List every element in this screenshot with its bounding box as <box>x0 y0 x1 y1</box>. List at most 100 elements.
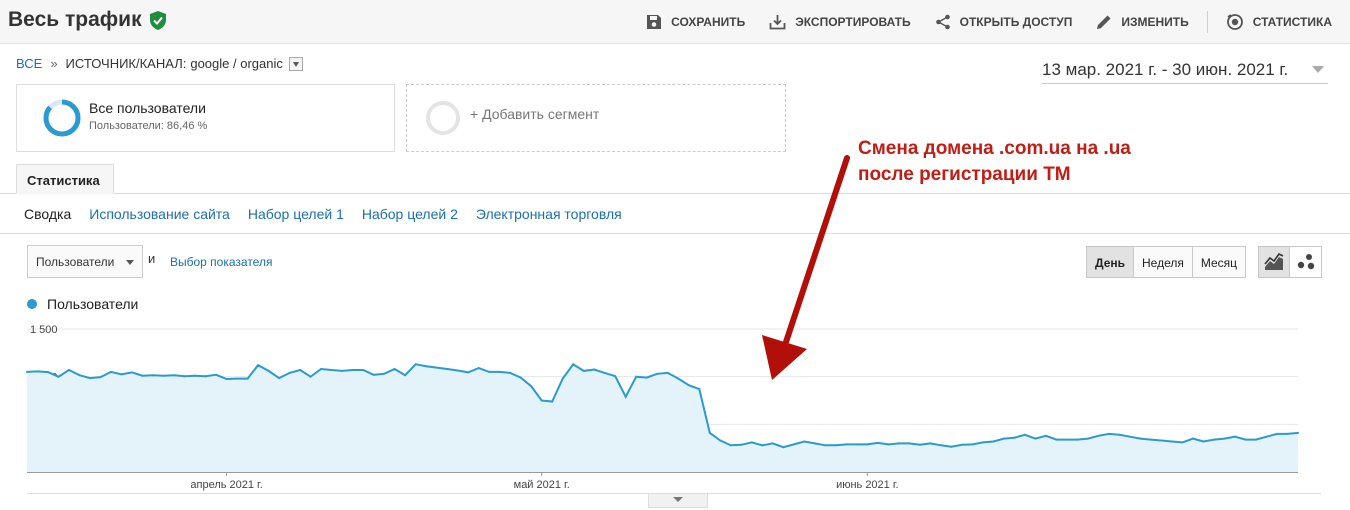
data-point <box>1213 438 1215 441</box>
data-point <box>593 368 596 371</box>
x-tick-label: май 2021 г. <box>514 479 570 491</box>
data-point <box>1181 441 1184 444</box>
export-label: ЭКСПОРТИРОВАТЬ <box>795 14 911 29</box>
select-metric-link[interactable]: Выбор показателя <box>170 255 272 269</box>
data-point <box>635 375 638 378</box>
legend-series-dot <box>27 299 37 309</box>
data-point <box>677 377 680 380</box>
data-point <box>1255 438 1257 441</box>
bubble-chart-icon <box>1297 254 1314 270</box>
data-point <box>299 369 302 371</box>
data-point <box>89 377 91 380</box>
breadcrumb: ВСЕ » ИСТОЧНИК/КАНАЛ: google / organic <box>16 56 303 71</box>
edit-label: ИЗМЕНИТЬ <box>1121 14 1189 29</box>
annotation-line-1: Смена домена .com.ua на .ua <box>858 138 1131 159</box>
line-chart-icon <box>1264 253 1284 270</box>
y-tick-label: 1 500 <box>30 324 58 336</box>
insights-icon <box>1226 13 1243 30</box>
save-label: СОХРАНИТЬ <box>671 14 746 29</box>
line-chart-view-button[interactable] <box>1259 247 1290 277</box>
segment-all-users[interactable]: Все пользователи Пользователи: 86,46 % <box>16 84 395 152</box>
data-point <box>845 443 848 446</box>
data-point <box>572 363 575 366</box>
report-title: Весь трафик <box>8 8 166 32</box>
breadcrumb-dropdown-icon[interactable] <box>288 56 303 71</box>
data-point <box>236 377 239 380</box>
metric-and-text: и <box>148 251 156 266</box>
data-point <box>110 370 112 373</box>
data-point <box>582 369 585 372</box>
data-point <box>855 443 858 446</box>
data-point <box>897 442 900 445</box>
data-point <box>36 370 39 373</box>
breadcrumb-all-link[interactable]: ВСЕ <box>16 56 42 71</box>
data-point <box>488 370 491 373</box>
data-point <box>362 369 365 371</box>
save-button[interactable]: СОХРАНИТЬ <box>646 14 745 30</box>
data-point <box>771 442 774 445</box>
data-point <box>204 375 207 378</box>
subnav-site-usage[interactable]: Использование сайта <box>89 206 230 222</box>
data-point <box>183 375 186 378</box>
subnav-summary[interactable]: Сводка <box>24 206 71 222</box>
data-point <box>624 395 627 398</box>
subnav-goal-set-2[interactable]: Набор целей 2 <box>362 206 458 222</box>
data-point <box>372 373 375 376</box>
data-point <box>1297 431 1299 434</box>
data-point <box>971 443 974 446</box>
data-point <box>1065 438 1068 441</box>
data-point <box>960 443 963 446</box>
data-point <box>992 440 995 443</box>
data-point <box>414 363 417 366</box>
period-day-button[interactable]: День <box>1087 247 1133 277</box>
period-month-button[interactable]: Месяц <box>1191 247 1246 277</box>
data-point <box>614 375 617 378</box>
export-button[interactable]: ЭКСПОРТИРОВАТЬ <box>769 14 911 30</box>
report-header: Весь трафик СОХРАНИТЬ ЭКСПОРТИРОВАТЬ ОТК… <box>0 0 1350 44</box>
subnav-ecommerce[interactable]: Электронная торговля <box>476 206 622 222</box>
data-point <box>929 442 932 445</box>
insights-label: СТАТИСТИКА <box>1252 14 1332 29</box>
header-actions: СОХРАНИТЬ ЭКСПОРТИРОВАТЬ ОТКРЫТЬ ДОСТУП … <box>622 0 1332 43</box>
tab-statistics[interactable]: Статистика <box>16 164 114 194</box>
data-point <box>467 371 470 374</box>
data-point <box>435 366 438 369</box>
data-point <box>908 442 911 445</box>
add-segment-button[interactable]: + Добавить сегмент <box>406 84 786 152</box>
insights-button[interactable]: СТАТИСТИКА <box>1226 13 1332 31</box>
data-point <box>320 368 323 370</box>
metric-select[interactable]: Пользователи <box>27 245 143 278</box>
data-point <box>194 374 197 377</box>
breadcrumb-value: google / organic <box>190 56 283 71</box>
data-point <box>68 369 70 371</box>
motion-chart-view-button[interactable] <box>1290 247 1321 277</box>
data-point <box>656 372 659 375</box>
share-icon <box>935 14 950 29</box>
segment-subtitle: Пользователи: 86,46 % <box>89 120 208 132</box>
chart-expand-handle[interactable] <box>648 494 708 508</box>
data-point <box>540 399 543 402</box>
data-point <box>215 373 218 376</box>
data-point <box>687 384 690 387</box>
data-point <box>645 376 648 379</box>
data-point <box>99 376 102 379</box>
data-point <box>824 444 827 447</box>
date-range-picker[interactable]: 13 мар. 2021 г. - 30 июн. 2021 г. <box>1042 56 1328 84</box>
data-point <box>530 385 533 388</box>
data-point <box>1044 434 1047 437</box>
data-point <box>120 373 123 376</box>
data-point <box>834 444 837 447</box>
data-point <box>761 444 764 447</box>
subnav-goal-set-1[interactable]: Набор целей 1 <box>248 206 344 222</box>
period-week-button[interactable]: Неделя <box>1133 247 1192 277</box>
data-point <box>1160 439 1163 442</box>
x-tick-label: апрель 2021 г. <box>190 479 262 491</box>
x-tick-label: июнь 2021 г. <box>836 479 899 491</box>
data-point <box>1086 437 1089 440</box>
share-button[interactable]: ОТКРЫТЬ ДОСТУП <box>935 14 1072 30</box>
data-point <box>708 431 711 434</box>
edit-button[interactable]: ИЗМЕНИТЬ <box>1096 14 1189 30</box>
data-point <box>782 446 785 449</box>
data-point <box>803 440 806 443</box>
data-point <box>509 371 512 374</box>
